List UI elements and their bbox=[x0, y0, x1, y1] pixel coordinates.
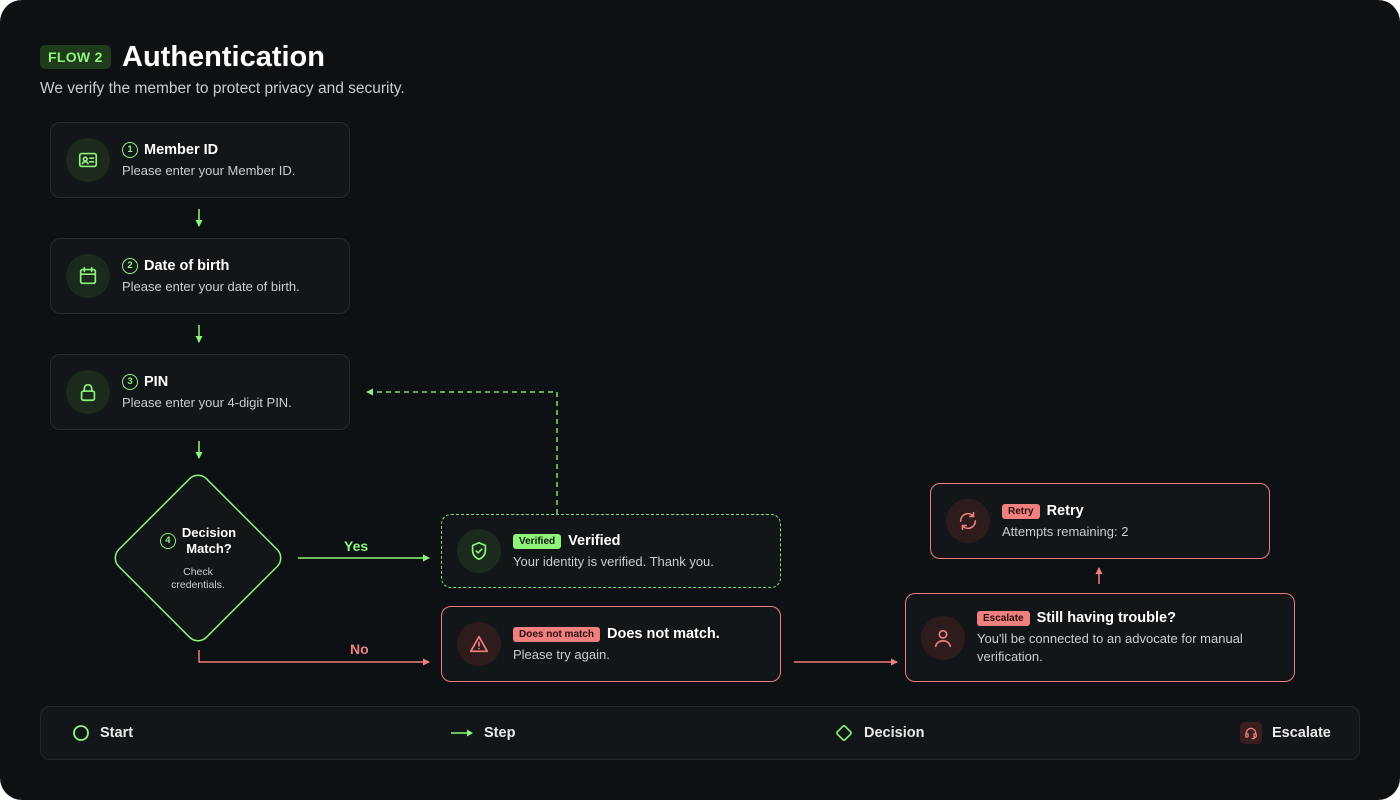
legend-start: Start bbox=[72, 707, 133, 759]
step-number: 1 bbox=[122, 142, 138, 158]
legend: Start Step Decision Escalate bbox=[40, 706, 1360, 760]
escalate-title-text: Still having trouble? bbox=[1036, 610, 1176, 626]
verified-description: Your identity is verified. Thank you. bbox=[513, 554, 714, 569]
verified-title: Verified Verified bbox=[513, 532, 621, 550]
mismatch-description: Please try again. bbox=[513, 647, 610, 662]
step-number: 2 bbox=[122, 258, 138, 274]
retry-tag: Retry bbox=[1002, 503, 1040, 519]
step-card-pin: 3 PIN Please enter your 4-digit PIN. bbox=[50, 354, 350, 430]
mismatch-card: Does not match Does not match. Please tr… bbox=[441, 606, 781, 682]
shield-check-icon bbox=[457, 529, 501, 573]
step-description: Please enter your Member ID. bbox=[122, 163, 296, 178]
escalate-description: You'll be connected to an advocate for m… bbox=[977, 630, 1243, 666]
escalate-tag: Escalate bbox=[977, 610, 1030, 626]
mismatch-tag: Does not match bbox=[513, 626, 601, 642]
mismatch-title-text: Does not match. bbox=[607, 626, 720, 642]
verified-title-text: Verified bbox=[568, 533, 621, 549]
mismatch-title: Does not match Does not match. bbox=[513, 625, 720, 643]
retry-card: Retry Retry Attempts remaining: 2 bbox=[930, 483, 1270, 559]
step-card-member-id: 1 Member ID Please enter your Member ID. bbox=[50, 122, 350, 198]
legend-decision: Decision bbox=[834, 707, 924, 759]
start-circle-icon bbox=[73, 725, 89, 741]
step-title: 2 Date of birth bbox=[122, 257, 229, 275]
verified-tag: Verified bbox=[513, 533, 562, 549]
decision-title-line2: Match? bbox=[186, 541, 232, 556]
step-description: Please enter your date of birth. bbox=[122, 279, 300, 294]
legend-step-label: Step bbox=[484, 725, 516, 741]
no-label: No bbox=[350, 641, 369, 657]
step-arrow-icon bbox=[451, 729, 473, 737]
escalate-card: Escalate Still having trouble? You'll be… bbox=[905, 593, 1295, 682]
retry-description: Attempts remaining: 2 bbox=[1002, 524, 1129, 539]
step-title-text: PIN bbox=[144, 374, 169, 390]
legend-escalate-label: Escalate bbox=[1272, 725, 1331, 741]
flow-canvas: FLOW 2 Authentication We verify the memb… bbox=[0, 0, 1400, 800]
verified-card: Verified Verified Your identity is verif… bbox=[441, 514, 781, 588]
retry-title-text: Retry bbox=[1046, 503, 1084, 519]
step-title: 3 PIN bbox=[122, 373, 168, 391]
legend-escalate: Escalate bbox=[1240, 707, 1331, 759]
legend-decision-label: Decision bbox=[864, 725, 925, 741]
step-title-text: Member ID bbox=[144, 142, 219, 158]
step-title-text: Date of birth bbox=[144, 258, 230, 274]
decision-diamond-icon bbox=[836, 725, 852, 741]
warning-icon bbox=[457, 622, 501, 666]
refresh-icon bbox=[946, 499, 990, 543]
calendar-icon bbox=[66, 254, 110, 298]
loop-back-arrow bbox=[366, 388, 558, 514]
decision-content: 4 Decision Match? Check credentials. bbox=[140, 525, 256, 592]
no-arrow bbox=[198, 650, 430, 666]
lock-icon bbox=[66, 370, 110, 414]
headset-icon bbox=[1240, 722, 1262, 744]
id-card-icon bbox=[66, 138, 110, 182]
escalate-title: Escalate Still having trouble? bbox=[977, 609, 1176, 627]
decision-desc-line1: Check bbox=[183, 566, 213, 578]
retry-title: Retry Retry bbox=[1002, 502, 1084, 520]
decision-number: 4 bbox=[159, 533, 176, 549]
step-number: 3 bbox=[122, 374, 138, 390]
escalate-description-line1: You'll be connected to an advocate for m… bbox=[977, 631, 1243, 646]
legend-start-label: Start bbox=[100, 725, 134, 741]
decision-desc-line2: credentials. bbox=[171, 579, 225, 591]
legend-step: Step bbox=[450, 707, 515, 759]
yes-label: Yes bbox=[344, 538, 369, 554]
step-description: Please enter your 4-digit PIN. bbox=[122, 395, 292, 410]
decision-title: 4 Decision Match? bbox=[140, 525, 256, 557]
step-title: 1 Member ID bbox=[122, 141, 218, 159]
escalate-description-line2: verification. bbox=[977, 649, 1043, 664]
person-icon bbox=[921, 616, 965, 660]
decision-title-line1: Decision bbox=[181, 525, 237, 540]
decision-description: Check credentials. bbox=[140, 566, 256, 592]
step-card-date-of-birth: 2 Date of birth Please enter your date o… bbox=[50, 238, 350, 314]
